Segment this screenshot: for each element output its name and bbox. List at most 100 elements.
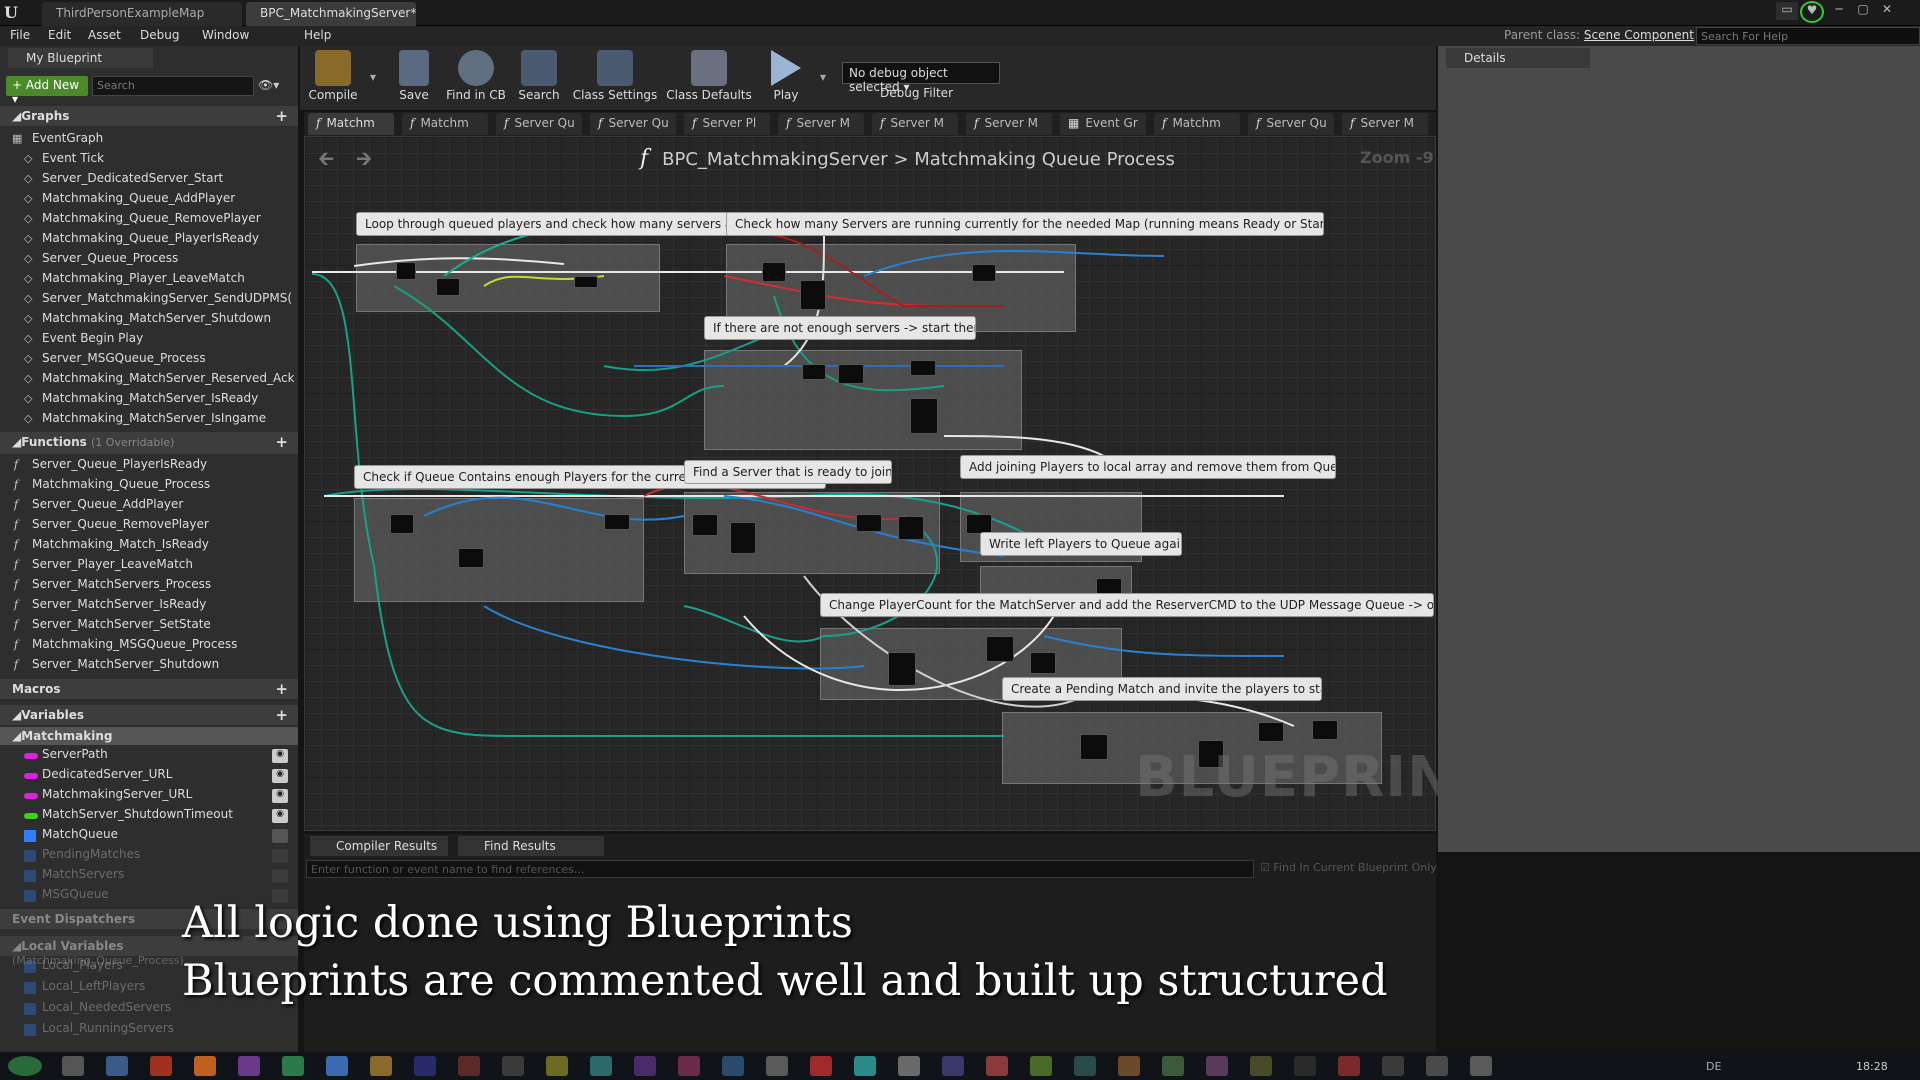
taskbar-app-icon[interactable]	[370, 1056, 392, 1076]
taskbar-app-icon[interactable]	[810, 1056, 832, 1076]
maximize-button[interactable]: ▢	[1852, 2, 1874, 20]
graph-node[interactable]	[838, 364, 864, 384]
comment-header[interactable]: If there are not enough servers -> start…	[704, 316, 976, 340]
taskbar-app-icon[interactable]	[546, 1056, 568, 1076]
taskbar-app-icon[interactable]	[1030, 1056, 1052, 1076]
graph-item[interactable]: ◇ Matchmaking_MatchServer_IsReady	[0, 391, 294, 411]
parent-class-link[interactable]: Scene Component	[1584, 28, 1694, 42]
function-tab[interactable]: f Server M	[966, 113, 1052, 135]
menu-debug[interactable]: Debug	[140, 28, 179, 42]
graph-item[interactable]: ◇ Event Begin Play	[0, 331, 294, 351]
close-button[interactable]: ✕	[1876, 2, 1898, 20]
comment-header[interactable]: Create a Pending Match and invite the pl…	[1002, 677, 1322, 701]
function-item[interactable]: f Matchmaking_MSGQueue_Process	[0, 637, 294, 657]
function-item[interactable]: f Matchmaking_Queue_Process	[0, 477, 294, 497]
function-tab[interactable]: f Server Qu	[590, 113, 676, 135]
minimize-button[interactable]: ─	[1828, 2, 1850, 20]
variable-item[interactable]: ServerPath ◉	[0, 747, 294, 767]
graph-item[interactable]: ◇ Server_MatchmakingServer_SendUDPMS(	[0, 291, 294, 311]
functions-section[interactable]: ◢Functions (1 Overridable) +	[0, 432, 298, 454]
save-button[interactable]: Save	[394, 50, 434, 106]
taskbar-app-icon[interactable]	[722, 1056, 744, 1076]
level-tab[interactable]: ThirdPersonExampleMap	[42, 2, 242, 26]
taskbar-app-icon[interactable]	[590, 1056, 612, 1076]
comment-header[interactable]: Change PlayerCount for the MatchServer a…	[820, 593, 1434, 617]
function-tab[interactable]: ▦ Event Gr	[1060, 113, 1146, 135]
taskbar-app-icon[interactable]	[414, 1056, 436, 1076]
visibility-eye-icon[interactable]	[272, 829, 288, 843]
function-tab[interactable]: f Matchm	[402, 113, 488, 135]
taskbar-app-icon[interactable]	[766, 1056, 788, 1076]
play-button[interactable]: Play	[764, 50, 808, 106]
function-item[interactable]: f Server_MatchServer_IsReady	[0, 597, 294, 617]
search-button[interactable]: Search	[516, 50, 562, 106]
class-defaults-button[interactable]: Class Defaults	[666, 50, 752, 106]
view-options-icon[interactable]: 👁▾	[258, 78, 279, 92]
graph-node[interactable]	[692, 514, 718, 536]
graph-node[interactable]	[574, 276, 598, 288]
variable-item[interactable]: PendingMatches	[0, 847, 294, 867]
taskbar-app-icon[interactable]	[678, 1056, 700, 1076]
graphs-section[interactable]: ◢Graphs +	[0, 106, 298, 126]
find-in-cb-button[interactable]: Find in CB	[444, 50, 508, 106]
graph-node[interactable]	[762, 262, 786, 282]
taskbar-app-icon[interactable]	[1206, 1056, 1228, 1076]
function-item[interactable]: f Matchmaking_Match_IsReady	[0, 537, 294, 557]
taskbar-app-icon[interactable]	[1074, 1056, 1096, 1076]
graph-node[interactable]	[898, 516, 924, 540]
local-variable-item[interactable]: Local_RunningServers	[0, 1021, 294, 1041]
taskbar-app-icon[interactable]	[634, 1056, 656, 1076]
graph-node[interactable]	[390, 514, 414, 534]
compile-button[interactable]: Compile	[308, 50, 358, 106]
variable-item[interactable]: MatchServers	[0, 867, 294, 887]
taskbar-app-icon[interactable]	[62, 1056, 84, 1076]
comment-header[interactable]: Add joining Players to local array and r…	[960, 455, 1336, 479]
graph-item[interactable]: ◇ Matchmaking_Player_LeaveMatch	[0, 271, 294, 291]
play-options-icon[interactable]: ▾	[820, 70, 826, 84]
menu-edit[interactable]: Edit	[48, 28, 71, 42]
function-tab[interactable]: f Server M	[778, 113, 864, 135]
taskbar-app-icon[interactable]	[194, 1056, 216, 1076]
taskbar-app-icon[interactable]	[1250, 1056, 1272, 1076]
find-current-blueprint-checkbox[interactable]: ☑ Find In Current Blueprint Only	[1260, 861, 1437, 874]
graph-node[interactable]	[966, 514, 992, 534]
taskbar-app-icon[interactable]	[326, 1056, 348, 1076]
notification-icon[interactable]: ▭	[1776, 2, 1798, 20]
add-new-button[interactable]: + Add New ▾	[6, 76, 88, 106]
taskbar-app-icon[interactable]	[150, 1056, 172, 1076]
graph-item[interactable]: ◇ Matchmaking_Queue_RemovePlayer	[0, 211, 294, 231]
function-tab[interactable]: f Matchm	[308, 113, 394, 135]
graph-node[interactable]	[458, 548, 484, 568]
graph-node[interactable]	[604, 514, 630, 530]
comment-header[interactable]: Check how many Servers are running curre…	[726, 212, 1324, 236]
visibility-eye-icon[interactable]	[272, 869, 288, 883]
graph-node[interactable]	[396, 262, 416, 280]
variables-section[interactable]: ◢Variables +	[0, 705, 298, 725]
function-tab[interactable]: f Matchm	[1154, 113, 1240, 135]
blueprint-search-input[interactable]: Search	[92, 76, 254, 96]
function-tab[interactable]: f Server M	[1342, 113, 1428, 135]
taskbar-app-icon[interactable]	[942, 1056, 964, 1076]
taskbar-app-icon[interactable]	[854, 1056, 876, 1076]
taskbar-clock[interactable]: 18:28	[1856, 1060, 1888, 1073]
graph-node[interactable]	[856, 514, 882, 532]
taskbar-app-icon[interactable]	[282, 1056, 304, 1076]
start-button-icon[interactable]	[8, 1056, 42, 1076]
graph-node[interactable]	[1080, 734, 1108, 760]
taskbar-app-icon[interactable]	[1338, 1056, 1360, 1076]
variable-item[interactable]: DedicatedServer_URL ◉	[0, 767, 294, 787]
comment-header[interactable]: Find a Server that is ready to join	[684, 460, 892, 484]
graph-item[interactable]: ◇ Server_DedicatedServer_Start	[0, 171, 294, 191]
language-indicator[interactable]: DE	[1706, 1060, 1721, 1073]
graph-item[interactable]: ◇ Matchmaking_MatchServer_Shutdown	[0, 311, 294, 331]
graph-item[interactable]: ◇ Event Tick	[0, 151, 294, 171]
add-variable-icon[interactable]: +	[275, 706, 288, 724]
menu-help[interactable]: Help	[304, 28, 331, 42]
macros-section[interactable]: Macros +	[0, 679, 298, 699]
graph-node[interactable]	[910, 360, 936, 376]
menu-file[interactable]: File	[10, 28, 30, 42]
graph-item[interactable]: ◇ Matchmaking_MatchServer_Reserved_Ack	[0, 371, 294, 391]
compile-options-icon[interactable]: ▾	[370, 70, 376, 84]
function-item[interactable]: f Server_Player_LeaveMatch	[0, 557, 294, 577]
find-results-tab[interactable]: Find Results	[458, 836, 604, 856]
